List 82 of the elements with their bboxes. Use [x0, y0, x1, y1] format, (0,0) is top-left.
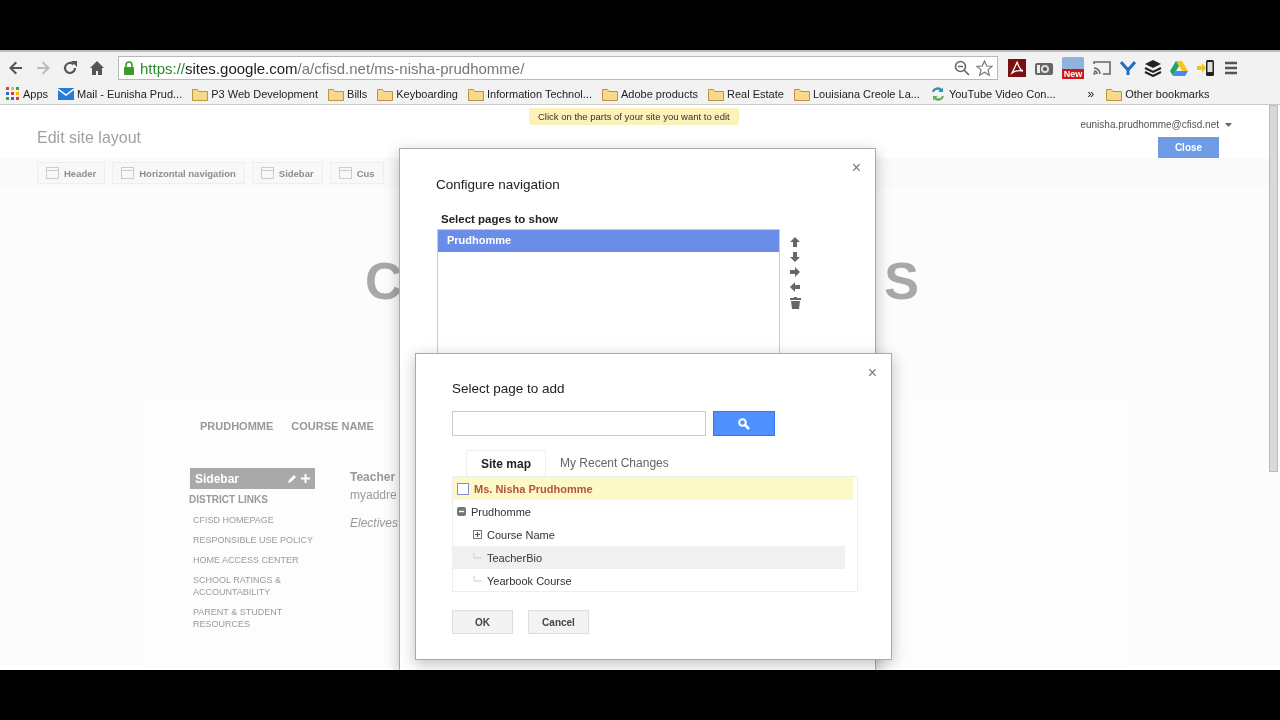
bookmarks-overflow-button[interactable]: » [1087, 87, 1095, 102]
arrows-icon [929, 86, 946, 103]
layout-icon [338, 167, 352, 179]
layout-icon [121, 167, 135, 179]
zoom-icon[interactable] [954, 60, 970, 77]
left-arrow-icon[interactable] [790, 282, 800, 292]
folder-icon [708, 87, 725, 101]
folder-icon [328, 87, 345, 101]
folder-icon [793, 87, 810, 101]
search-button[interactable] [713, 411, 775, 436]
bookmark[interactable]: Other bookmarks [1106, 87, 1210, 101]
folder-icon [192, 87, 209, 101]
tree-line-icon [473, 576, 482, 585]
scrollbar[interactable] [1269, 105, 1278, 472]
bookmark[interactable]: Louisiana Creole La... [793, 87, 920, 101]
sidebar-heading: DISTRICT LINKS [189, 494, 269, 505]
bookmark[interactable]: Adobe products [601, 87, 699, 101]
bookmark[interactable]: Bills [328, 87, 368, 101]
pdf-icon[interactable] [1008, 59, 1026, 78]
folder-icon [601, 87, 618, 101]
reload-icon[interactable] [62, 60, 78, 77]
site-logo-text: S [884, 251, 916, 312]
bookmark[interactable]: Real Estate [708, 87, 784, 101]
address-bar[interactable]: https://sites.google.com/a/cfisd.net/ms-nisha-prudhomme/ [118, 56, 998, 81]
search-icon [738, 417, 750, 430]
layout-icon [260, 167, 274, 179]
close-button[interactable]: × [867, 364, 877, 382]
mail-icon [58, 88, 75, 101]
dialog-button[interactable]: Cancel [528, 610, 589, 634]
right-arrow-icon[interactable] [790, 267, 800, 277]
phone-arrow-icon[interactable] [1196, 59, 1216, 78]
account-menu[interactable]: eunisha.prudhomme@cfisd.net [1080, 119, 1232, 130]
caret-icon [1225, 122, 1232, 127]
list-label: Select pages to show [441, 213, 559, 225]
collapse-icon [457, 507, 466, 516]
tab[interactable]: Site map [466, 450, 546, 476]
search-field[interactable] [452, 411, 706, 436]
expand-icon [473, 530, 482, 539]
trash-icon[interactable] [790, 297, 801, 309]
tree-row[interactable]: Course Name [453, 523, 845, 546]
tooltip: Click on the parts of your site you want to edit [529, 108, 739, 125]
menu-icon[interactable] [1224, 60, 1238, 77]
tree-row[interactable]: Yearbook Course [453, 569, 845, 591]
folder-icon [377, 87, 394, 101]
dialog-title: Configure navigation [436, 177, 561, 192]
apps-icon [6, 87, 20, 102]
tree-row[interactable]: Prudhomme [453, 500, 845, 523]
close-button[interactable]: × [851, 159, 861, 177]
up-arrow-icon[interactable] [790, 237, 800, 247]
folder-icon [468, 87, 484, 101]
tree-row[interactable]: TeacherBio [453, 546, 845, 569]
cast-icon[interactable] [1092, 60, 1112, 77]
star-icon[interactable] [976, 59, 993, 77]
content-heading: Teacher [350, 470, 397, 484]
drive-icon[interactable] [1170, 60, 1188, 77]
camera-icon[interactable] [1034, 60, 1054, 77]
lock-icon [123, 61, 135, 76]
bookmark[interactable]: Mail - Eunisha Prud... [58, 88, 183, 101]
content-text: myaddre [350, 488, 398, 502]
down-arrow-icon[interactable] [790, 252, 800, 262]
tree-row[interactable]: Ms. Nisha Prudhomme [453, 477, 853, 500]
layout-icon [46, 167, 59, 179]
bookmark[interactable]: Information Technol... [468, 87, 592, 101]
dialog-button[interactable]: OK [452, 610, 513, 634]
bookmark[interactable]: Keyboarding [377, 87, 458, 101]
dialog-title: Select page to add [452, 381, 566, 396]
back-icon[interactable] [8, 60, 24, 77]
layers-icon[interactable] [1144, 59, 1162, 78]
y-shaped-icon[interactable] [1120, 60, 1136, 77]
new-extension-icon[interactable]: New [1062, 57, 1084, 80]
page-title: Edit site layout [37, 129, 142, 148]
sidebar-title: Sidebar [195, 471, 239, 486]
content-note: Electives [350, 516, 399, 530]
bookmark[interactable]: P3 Web Development [192, 87, 319, 101]
bookmark[interactable]: YouTube Video Con... [929, 86, 1056, 103]
checkbox-icon [457, 482, 469, 495]
site-logo-text: C [365, 251, 400, 312]
home-icon[interactable] [89, 60, 105, 77]
tree-line-icon [473, 553, 482, 562]
folder-icon [1106, 87, 1123, 101]
tab[interactable]: My Recent Changes [546, 450, 683, 476]
bookmark[interactable]: Apps [6, 87, 49, 102]
